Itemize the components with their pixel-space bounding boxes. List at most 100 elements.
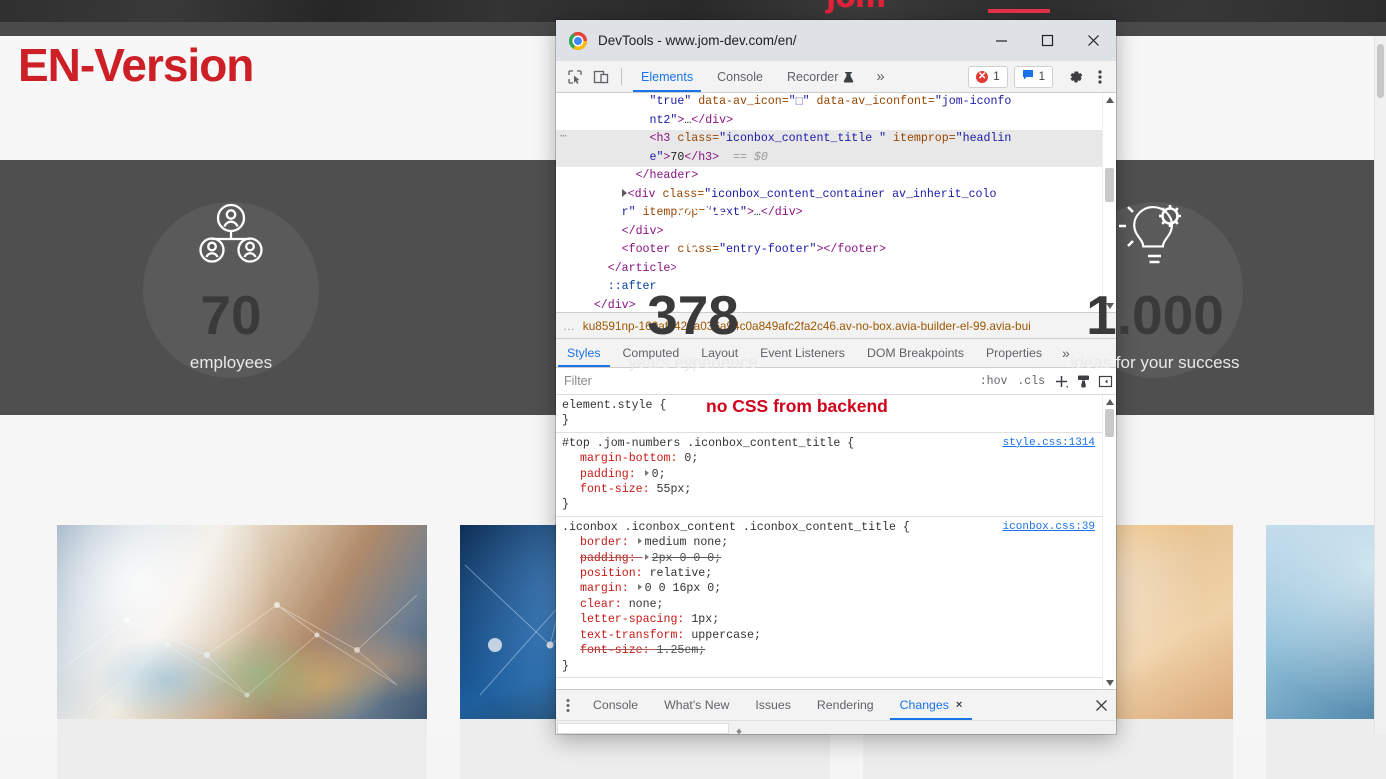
cls-toggle-button[interactable]: .cls (1012, 375, 1050, 388)
css-property[interactable]: font-size: (580, 483, 657, 496)
styles-tab-event-listeners[interactable]: Event Listeners (749, 339, 856, 367)
devtools-drawer[interactable]: Console What's New Issues Rendering Changes × (556, 689, 1116, 720)
css-declaration[interactable]: text-transform: uppercase; (562, 628, 1103, 643)
dom-tree-row[interactable]: ::after (556, 278, 1103, 297)
dom-tree-row[interactable]: nt2">…</div> (556, 112, 1103, 131)
window-controls[interactable] (978, 20, 1116, 61)
expand-shorthand-icon[interactable] (644, 469, 649, 476)
hov-toggle-button[interactable]: :hov (975, 375, 1013, 388)
dom-tree-row[interactable]: <footer class="entry-footer"></footer> (556, 241, 1103, 260)
dom-tree-row[interactable]: </div> (556, 223, 1103, 242)
drawer-tab-issues[interactable]: Issues (742, 691, 804, 720)
css-value[interactable]: none; (629, 598, 664, 611)
drawer-horizontal-scrollbar[interactable] (556, 720, 1116, 734)
css-declaration[interactable]: margin: 0 0 16px 0; (562, 581, 1103, 596)
page-scrollbar-thumb[interactable] (1377, 44, 1384, 98)
dom-scrollbar-thumb[interactable] (1105, 168, 1114, 202)
styles-scrollbar[interactable] (1102, 395, 1116, 689)
css-property[interactable]: font-size: (580, 644, 657, 657)
styles-scrollbar-thumb[interactable] (1105, 409, 1114, 437)
dom-tree-row[interactable]: </div> (556, 297, 1103, 313)
page-scrollbar[interactable] (1374, 36, 1386, 734)
css-property[interactable]: letter-spacing: (580, 613, 691, 626)
css-value[interactable]: 1px; (691, 613, 719, 626)
dom-tree-row[interactable]: <div class="iconbox_content_container av… (556, 186, 1103, 205)
css-property[interactable]: text-transform: (580, 629, 691, 642)
minimize-button[interactable] (978, 20, 1024, 61)
dom-tree-row[interactable]: e">70</h3> == $0 (556, 148, 1103, 167)
css-property[interactable]: padding: (580, 468, 643, 481)
styles-tab-properties[interactable]: Properties (975, 339, 1053, 367)
inspect-element-icon[interactable] (562, 64, 588, 90)
expand-shorthand-icon[interactable] (637, 538, 642, 545)
css-property[interactable]: border: (580, 536, 636, 549)
dom-tree-row[interactable]: </header> (556, 167, 1103, 186)
panel-toggle-icon[interactable] (1094, 370, 1116, 392)
devtools-window[interactable]: DevTools - www.jom-dev.com/en/ Elements … (556, 20, 1116, 734)
drawer-hscroll-thumb[interactable] (557, 723, 729, 734)
dom-tree-row[interactable]: "true" data-av_icon="⬚" data-av_iconfont… (556, 93, 1103, 112)
dom-tree-row[interactable]: ⋯ <h3 class="iconbox_content_title " ite… (556, 130, 1103, 149)
dom-tree-rows[interactable]: "true" data-av_icon="⬚" data-av_iconfont… (556, 93, 1103, 312)
gear-icon[interactable] (1063, 64, 1089, 90)
message-counter[interactable]: 1 (1013, 65, 1053, 88)
css-declaration[interactable]: letter-spacing: 1px; (562, 612, 1103, 627)
css-rule[interactable]: #top .jom-numbers .iconbox_content_title… (556, 433, 1103, 517)
gallery-card[interactable] (57, 525, 427, 779)
close-drawer-icon[interactable] (1086, 691, 1116, 719)
style-preview-icon[interactable] (1072, 370, 1094, 392)
dom-tree-panel[interactable]: "true" data-av_icon="⬚" data-av_iconfont… (556, 93, 1116, 312)
devtools-titlebar[interactable]: DevTools - www.jom-dev.com/en/ (556, 20, 1116, 61)
css-declaration[interactable]: border: medium none; (562, 535, 1103, 550)
css-value[interactable]: 55px; (657, 483, 692, 496)
breadcrumb[interactable]: … ku8591np-160afc42da036a94c0a849afc2fa2… (556, 312, 1116, 339)
drawer-tab-changes[interactable]: Changes × (887, 691, 976, 720)
tab-elements[interactable]: Elements (629, 61, 705, 92)
expand-shorthand-icon[interactable] (644, 553, 649, 560)
css-declaration[interactable]: margin-bottom: 0; (562, 451, 1103, 466)
css-value[interactable]: 1.25em; (657, 644, 706, 657)
scroll-up-arrow-icon[interactable] (1103, 93, 1116, 106)
panel-tabs[interactable]: Elements Console Recorder » (629, 61, 895, 92)
device-toolbar-icon[interactable] (588, 64, 614, 90)
css-value[interactable]: medium none; (645, 536, 729, 549)
scroll-down-arrow-icon[interactable] (1103, 676, 1116, 689)
css-value[interactable]: 0; (652, 468, 666, 481)
css-rules-list[interactable]: element.style {} #top .jom-numbers .iconb… (556, 395, 1103, 678)
css-declaration[interactable]: padding: 2px 0 0 0; (562, 551, 1103, 566)
drawer-hscroll-handle-icon[interactable] (732, 723, 746, 734)
breadcrumb-overflow-left[interactable]: … (556, 319, 583, 333)
css-value[interactable]: uppercase; (691, 629, 761, 642)
css-declaration[interactable]: clear: none; (562, 597, 1103, 612)
drawer-tab-console[interactable]: Console (580, 691, 651, 720)
scroll-up-arrow-icon[interactable] (1103, 395, 1116, 408)
dom-tree-scrollbar[interactable] (1102, 93, 1116, 312)
dom-tree-row[interactable]: r" itemprop="text">…</div> (556, 204, 1103, 223)
kebab-menu-icon[interactable] (556, 691, 580, 719)
tab-console[interactable]: Console (705, 61, 775, 92)
styles-tab-dom-breakpoints[interactable]: DOM Breakpoints (856, 339, 975, 367)
css-source-link[interactable]: iconbox.css:39 (1003, 520, 1095, 535)
drawer-tabs[interactable]: Console What's New Issues Rendering Changes × (580, 691, 975, 720)
css-property[interactable]: margin-bottom: (580, 452, 684, 465)
css-declaration[interactable]: font-size: 1.25em; (562, 643, 1103, 658)
dom-tree-row[interactable]: </article> (556, 260, 1103, 279)
drawer-tab-close-icon[interactable]: × (956, 699, 962, 711)
css-declaration[interactable]: position: relative; (562, 566, 1103, 581)
tab-recorder[interactable]: Recorder (775, 61, 866, 92)
drawer-tab-what-s-new[interactable]: What's New (651, 691, 742, 720)
error-counter[interactable]: ✕ 1 (968, 65, 1008, 88)
css-property[interactable]: clear: (580, 598, 629, 611)
devtools-toolbar[interactable]: Elements Console Recorder » ✕ 1 1 (556, 61, 1116, 93)
toolbar-right[interactable]: ✕ 1 1 (968, 64, 1116, 90)
css-declaration[interactable]: font-size: 55px; (562, 482, 1103, 497)
plus-icon[interactable] (1050, 370, 1072, 392)
expand-shorthand-icon[interactable] (637, 584, 642, 591)
css-value[interactable]: relative; (650, 567, 713, 580)
css-value[interactable]: 0 0 16px 0; (645, 582, 722, 595)
styles-tab-styles[interactable]: Styles (556, 339, 612, 367)
css-property[interactable]: margin: (580, 582, 636, 595)
css-value[interactable]: 0; (684, 452, 698, 465)
css-source-link[interactable]: style.css:1314 (1003, 436, 1095, 451)
close-button[interactable] (1070, 20, 1116, 61)
